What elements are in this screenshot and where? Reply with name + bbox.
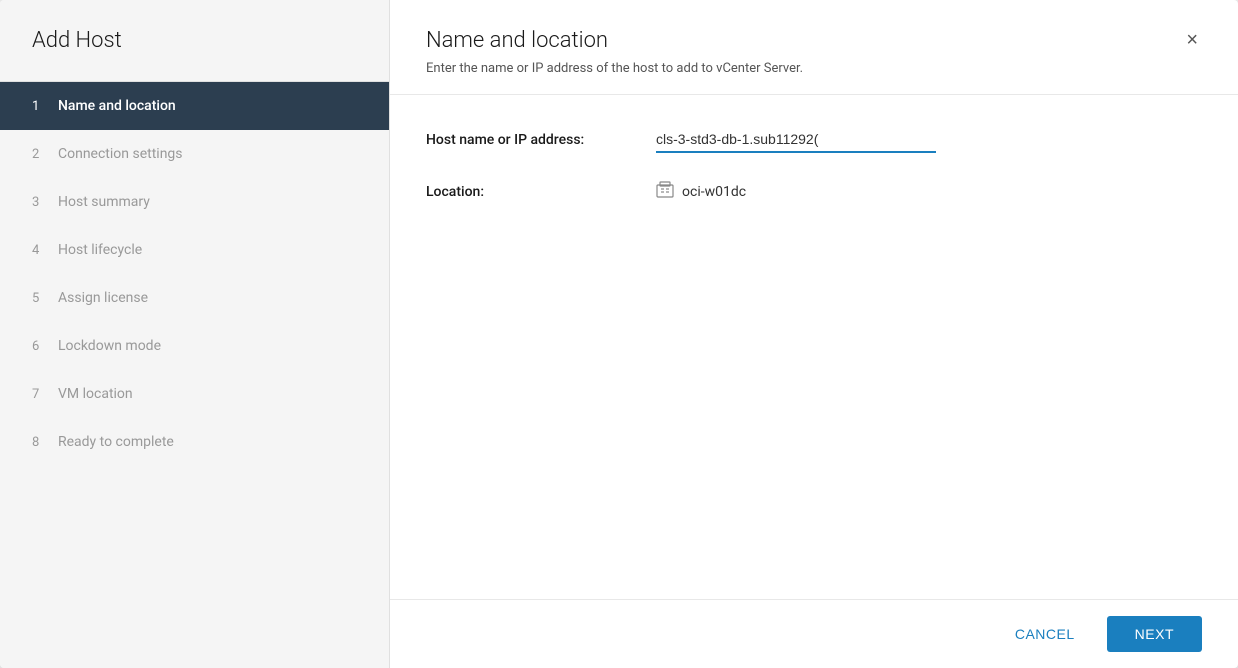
- location-value: oci-w01dc: [656, 181, 746, 203]
- add-host-dialog: Add Host 1 Name and location 2 Connectio…: [0, 0, 1238, 668]
- step-label-4: Host lifecycle: [58, 242, 142, 258]
- content-title: Name and location: [426, 28, 803, 53]
- sidebar-step-8[interactable]: 8 Ready to complete: [0, 418, 389, 466]
- location-label: Location:: [426, 184, 656, 200]
- location-row: Location: oci-w01dc: [426, 181, 1202, 203]
- next-button[interactable]: NEXT: [1107, 616, 1202, 652]
- step-num-3: 3: [32, 195, 46, 210]
- hostname-input[interactable]: [656, 127, 936, 153]
- sidebar-step-1: 1 Name and location: [0, 82, 389, 130]
- steps-list: 1 Name and location 2 Connection setting…: [0, 82, 389, 668]
- step-label-2: Connection settings: [58, 146, 183, 162]
- step-label-5: Assign license: [58, 290, 148, 306]
- step-num-1: 1: [32, 99, 46, 114]
- sidebar: Add Host 1 Name and location 2 Connectio…: [0, 0, 390, 668]
- step-num-4: 4: [32, 243, 46, 258]
- hostname-row: Host name or IP address:: [426, 127, 1202, 153]
- datacenter-icon: [656, 181, 674, 203]
- step-num-2: 2: [32, 147, 46, 162]
- step-num-6: 6: [32, 339, 46, 354]
- step-label-8: Ready to complete: [58, 434, 174, 450]
- sidebar-step-2[interactable]: 2 Connection settings: [0, 130, 389, 178]
- location-text: oci-w01dc: [682, 184, 746, 200]
- content-header: Name and location Enter the name or IP a…: [390, 0, 1238, 95]
- step-num-5: 5: [32, 291, 46, 306]
- step-num-7: 7: [32, 387, 46, 402]
- sidebar-step-3[interactable]: 3 Host summary: [0, 178, 389, 226]
- step-num-8: 8: [32, 435, 46, 450]
- sidebar-step-5[interactable]: 5 Assign license: [0, 274, 389, 322]
- dialog-title: Add Host: [0, 0, 389, 82]
- close-button[interactable]: ×: [1182, 30, 1202, 50]
- sidebar-step-7[interactable]: 7 VM location: [0, 370, 389, 418]
- content-subtitle: Enter the name or IP address of the host…: [426, 61, 803, 76]
- sidebar-step-6[interactable]: 6 Lockdown mode: [0, 322, 389, 370]
- content-footer: CANCEL NEXT: [390, 599, 1238, 668]
- content-body: Host name or IP address: Location:: [390, 95, 1238, 599]
- step-label-3: Host summary: [58, 194, 150, 210]
- main-content: Name and location Enter the name or IP a…: [390, 0, 1238, 668]
- hostname-label: Host name or IP address:: [426, 132, 656, 148]
- step-label-6: Lockdown mode: [58, 338, 161, 354]
- sidebar-step-4[interactable]: 4 Host lifecycle: [0, 226, 389, 274]
- step-label-1: Name and location: [58, 98, 176, 114]
- step-label-7: VM location: [58, 386, 133, 402]
- cancel-button[interactable]: CANCEL: [995, 616, 1095, 652]
